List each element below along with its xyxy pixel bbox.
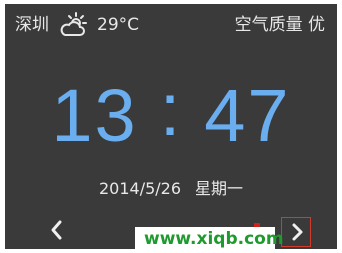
clock-time: 13:47	[5, 68, 337, 158]
chevron-left-icon	[51, 220, 62, 240]
clock-minutes: 47	[204, 74, 291, 157]
date-line: 2014/5/26 星期一	[5, 178, 337, 200]
chevron-right-icon	[292, 223, 303, 241]
partly-cloudy-sun-icon	[59, 12, 89, 38]
weekday-text: 星期一	[195, 179, 244, 198]
clock-screen: 深圳 29°C 空气质量 优 13:47 2014/5/26 星期一	[5, 4, 337, 249]
date-text: 2014/5/26	[98, 179, 182, 198]
clock-hours: 13	[51, 74, 138, 157]
city-label: 深圳	[15, 15, 49, 35]
clock-separator: :	[159, 68, 183, 151]
watermark-text: www.xiqb.com	[144, 229, 284, 249]
red-marker	[254, 223, 260, 227]
air-quality-label: 空气质量 优	[234, 15, 325, 35]
prev-page-button[interactable]	[45, 218, 69, 242]
next-page-button[interactable]	[281, 217, 311, 247]
temperature-label: 29°C	[97, 15, 140, 35]
